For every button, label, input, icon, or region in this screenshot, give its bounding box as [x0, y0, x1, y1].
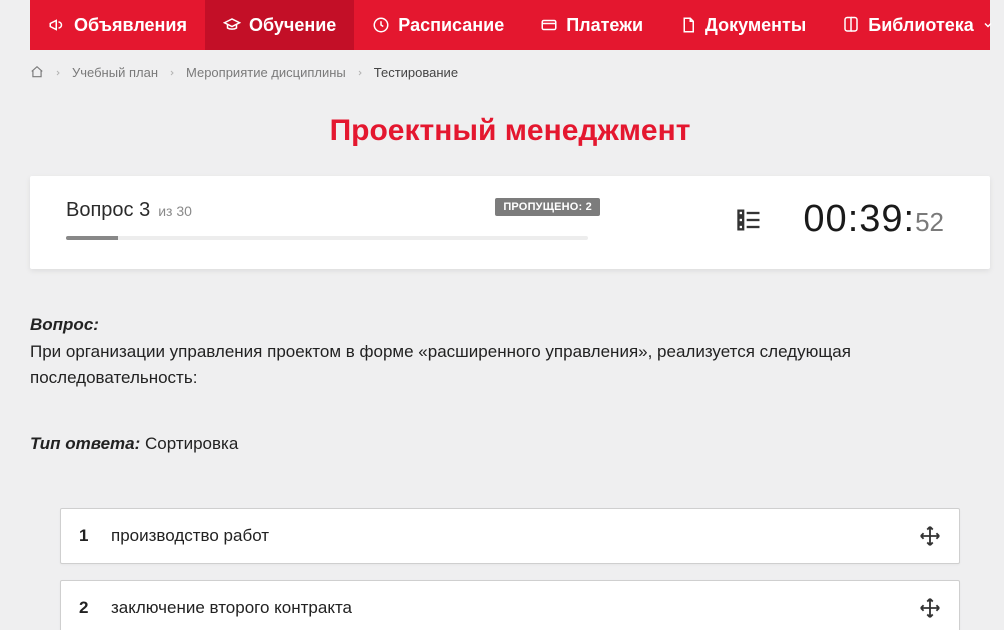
book-icon — [842, 16, 860, 34]
nav-label: Обучение — [249, 15, 336, 36]
chevron-right-icon — [168, 68, 176, 76]
breadcrumb: Учебный план Мероприятие дисциплины Тест… — [30, 50, 990, 94]
page-title: Проектный менеджмент — [30, 114, 990, 148]
card-icon — [540, 16, 558, 34]
chevron-right-icon — [54, 68, 62, 76]
nav-library[interactable]: Библиотека — [824, 0, 1004, 50]
nav-schedule[interactable]: Расписание — [354, 0, 522, 50]
nav-education[interactable]: Обучение — [205, 0, 354, 50]
chevron-right-icon — [356, 68, 364, 76]
document-icon — [679, 16, 697, 34]
breadcrumb-link[interactable]: Мероприятие дисциплины — [186, 65, 346, 80]
sort-item[interactable]: 2 заключение второго контракта — [60, 580, 960, 630]
skipped-badge: ПРОПУЩЕНО: 2 — [495, 198, 600, 216]
quiz-status-card: Вопрос 3 из 30 ПРОПУЩЕНО: 2 00:39:52 — [30, 176, 990, 269]
sort-list: 1 производство работ 2 заключение второг… — [60, 508, 960, 630]
breadcrumb-link[interactable]: Учебный план — [72, 65, 158, 80]
progress-fill — [66, 236, 118, 240]
nav-label: Библиотека — [868, 15, 974, 36]
home-icon[interactable] — [30, 65, 44, 79]
answer-type-value: Сортировка — [145, 434, 238, 453]
nav-label: Расписание — [398, 15, 504, 36]
nav-documents[interactable]: Документы — [661, 0, 824, 50]
answer-type-label: Тип ответа: — [30, 434, 140, 453]
nav-payments[interactable]: Платежи — [522, 0, 661, 50]
sort-item-text: производство работ — [111, 526, 905, 546]
question-body: Вопрос: При организации управления проек… — [30, 315, 990, 454]
clock-icon — [372, 16, 390, 34]
nav-label: Платежи — [566, 15, 643, 36]
nav-announcements[interactable]: Объявления — [30, 0, 205, 50]
drag-handle-icon[interactable] — [919, 525, 941, 547]
timer: 00:39:52 — [803, 198, 944, 241]
sort-item-text: заключение второго контракта — [111, 598, 905, 618]
question-text: При организации управления проектом в фо… — [30, 339, 990, 390]
progress-bar — [66, 236, 588, 240]
drag-handle-icon[interactable] — [919, 597, 941, 619]
graduation-cap-icon — [223, 16, 241, 34]
sort-item-number: 2 — [79, 598, 97, 618]
timer-seconds: 52 — [915, 207, 944, 238]
nav-label: Объявления — [74, 15, 187, 36]
question-list-icon[interactable] — [735, 206, 763, 234]
breadcrumb-current: Тестирование — [374, 65, 458, 80]
sort-item-number: 1 — [79, 526, 97, 546]
sort-item[interactable]: 1 производство работ — [60, 508, 960, 564]
chevron-down-icon — [982, 16, 994, 34]
question-number-label: Вопрос 3 — [66, 199, 150, 222]
question-total-label: из 30 — [158, 203, 192, 219]
megaphone-icon — [48, 16, 66, 34]
question-heading-label: Вопрос: — [30, 315, 99, 334]
top-nav: Объявления Обучение Расписание Платежи — [30, 0, 990, 50]
nav-label: Документы — [705, 15, 806, 36]
timer-main: 00:39: — [803, 198, 915, 241]
